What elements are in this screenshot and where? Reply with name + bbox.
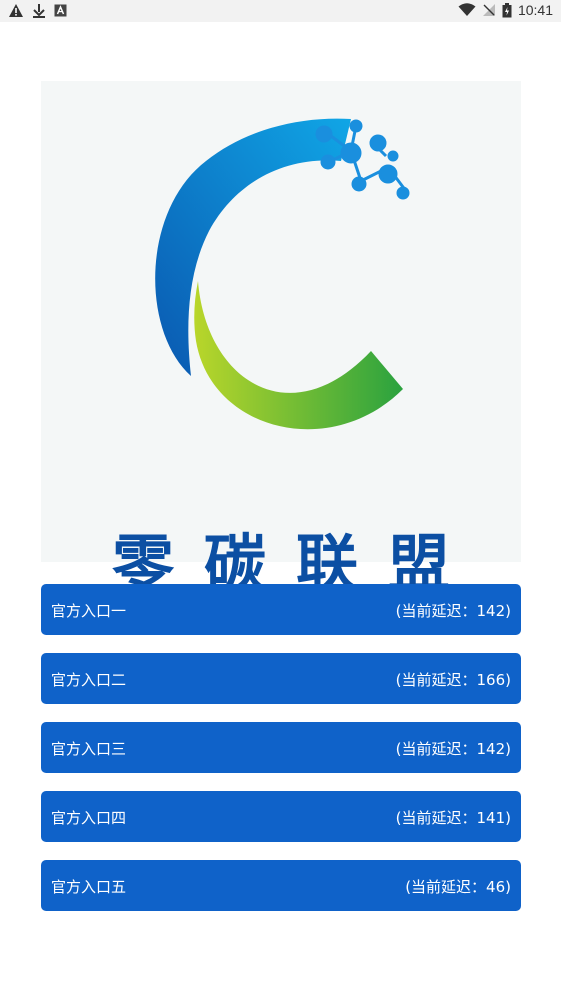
status-right-icons: 10:41 bbox=[458, 2, 553, 18]
entry-button-2[interactable]: 官方入口二 (当前延迟：166) bbox=[41, 653, 521, 704]
status-left-icons bbox=[8, 3, 67, 18]
signal-off-icon bbox=[482, 4, 495, 16]
download-icon bbox=[33, 4, 45, 18]
status-time: 10:41 bbox=[517, 2, 553, 18]
entry-label: 官方入口五 bbox=[51, 878, 127, 896]
a-box-icon bbox=[54, 4, 67, 17]
entry-button-3[interactable]: 官方入口三 (当前延迟：142) bbox=[41, 722, 521, 773]
logo-card: 零碳联盟 bbox=[41, 81, 521, 595]
logo-c-mark-icon bbox=[155, 118, 410, 430]
entry-label: 官方入口二 bbox=[51, 671, 127, 689]
entry-latency: (当前延迟：166) bbox=[395, 671, 511, 689]
entry-label: 官方入口三 bbox=[51, 740, 127, 758]
wifi-icon bbox=[458, 3, 476, 16]
entry-latency: (当前延迟：46) bbox=[405, 878, 511, 896]
entry-latency: (当前延迟：141) bbox=[395, 809, 511, 827]
entry-button-5[interactable]: 官方入口五 (当前延迟：46) bbox=[41, 860, 521, 911]
entry-button-4[interactable]: 官方入口四 (当前延迟：141) bbox=[41, 791, 521, 842]
entry-list: 官方入口一 (当前延迟：142) 官方入口二 (当前延迟：166) 官方入口三 … bbox=[41, 584, 521, 929]
entry-label: 官方入口一 bbox=[51, 602, 127, 620]
status-bar: 10:41 bbox=[0, 0, 561, 22]
entry-latency: (当前延迟：142) bbox=[395, 740, 511, 758]
battery-icon bbox=[502, 2, 512, 17]
entry-latency: (当前延迟：142) bbox=[395, 602, 511, 620]
warning-icon bbox=[9, 4, 23, 17]
entry-button-1[interactable]: 官方入口一 (当前延迟：142) bbox=[41, 584, 521, 635]
entry-label: 官方入口四 bbox=[51, 809, 127, 827]
